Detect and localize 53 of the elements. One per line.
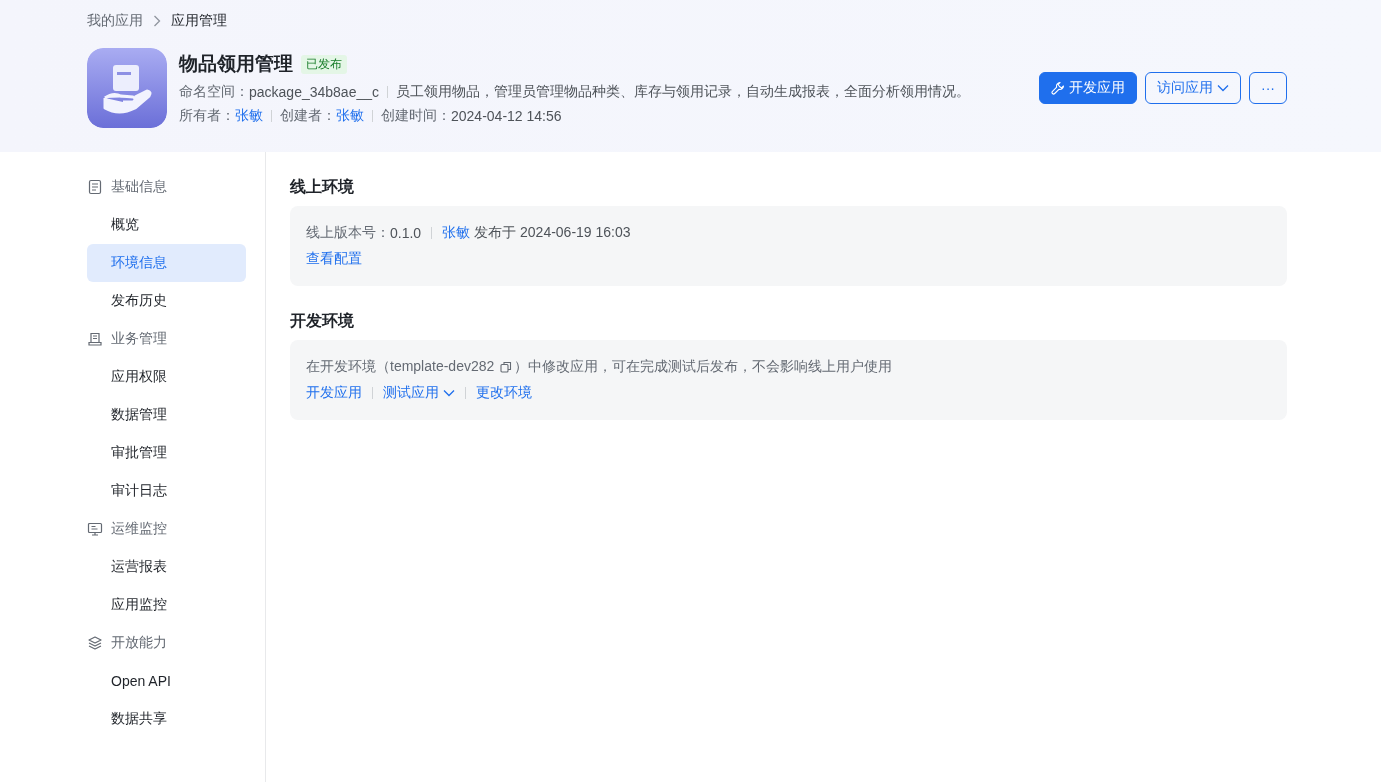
section-title: 线上环境: [290, 177, 355, 197]
app-title: 物品领用管理: [179, 52, 293, 76]
namespace-label: 命名空间：: [179, 83, 249, 101]
nav-item[interactable]: 发布历史: [87, 282, 246, 320]
nav-item[interactable]: Open API: [87, 662, 246, 700]
app-description: 员工领用物品，管理员管理物品种类、库存与领用记录，自动生成报表，全面分析领用情况。: [396, 83, 970, 101]
chevron-down-icon: [1217, 84, 1229, 92]
business-icon: [87, 331, 103, 347]
action-link[interactable]: 开发应用: [306, 384, 362, 402]
develop-app-button[interactable]: 开发应用: [1039, 72, 1137, 104]
nav-item[interactable]: 数据管理: [87, 396, 246, 434]
creator-label: 创建者：: [280, 107, 336, 125]
publish-time: 发布于 2024-06-19 16:03: [474, 224, 631, 242]
nav-item[interactable]: 审批管理: [87, 434, 246, 472]
nav-item[interactable]: 概览: [87, 206, 246, 244]
owner-label: 所有者：: [179, 107, 235, 125]
nav-item[interactable]: 环境信息: [87, 244, 246, 282]
wrench-icon: [1051, 81, 1065, 95]
created-label: 创建时间：: [381, 107, 451, 125]
version-value: 0.1.0: [390, 225, 422, 241]
app-logo-icon: [87, 48, 167, 128]
section-title: 开发环境: [290, 311, 355, 331]
version-label: 线上版本号：: [306, 224, 390, 242]
more-button[interactable]: ···: [1249, 72, 1287, 104]
copy-icon[interactable]: [500, 361, 513, 373]
chevron-down-icon: [443, 389, 455, 397]
dropdown-link[interactable]: 测试应用: [383, 384, 455, 402]
breadcrumb-current: 应用管理: [171, 12, 227, 30]
created-time: 2024-04-12 14:56: [451, 108, 562, 124]
action-link[interactable]: 更改环境: [476, 384, 532, 402]
dev-env-description: ）中修改应用，可在完成测试后发布，不会影响线上用户使用: [514, 358, 893, 376]
nav-item[interactable]: 应用监控: [87, 586, 246, 624]
chevron-right-icon: [153, 15, 161, 27]
layers-icon: [87, 635, 103, 651]
nav-item[interactable]: 数据共享: [87, 700, 246, 738]
nav-group-title: 基础信息: [111, 178, 167, 196]
namespace-value: package_34b8ae__c: [249, 84, 379, 100]
breadcrumb-link[interactable]: 我的应用: [87, 12, 143, 30]
visit-app-button[interactable]: 访问应用: [1145, 72, 1241, 104]
nav-group-title: 运维监控: [111, 520, 167, 538]
dev-env-description: 在开发环境（template-dev282: [306, 358, 495, 376]
nav-group-title: 开放能力: [111, 634, 167, 652]
nav-item[interactable]: 应用权限: [87, 358, 246, 396]
nav-group-title: 业务管理: [111, 330, 167, 348]
nav-item[interactable]: 运营报表: [87, 548, 246, 586]
nav-item[interactable]: 审计日志: [87, 472, 246, 510]
creator-link[interactable]: 张敏: [336, 107, 364, 125]
status-tag: 已发布: [301, 54, 347, 74]
monitor-icon: [87, 521, 103, 537]
basic-info-icon: [87, 179, 103, 195]
owner-link[interactable]: 张敏: [235, 107, 263, 125]
view-config-link[interactable]: 查看配置: [306, 250, 362, 268]
publisher-link[interactable]: 张敏: [442, 224, 471, 242]
